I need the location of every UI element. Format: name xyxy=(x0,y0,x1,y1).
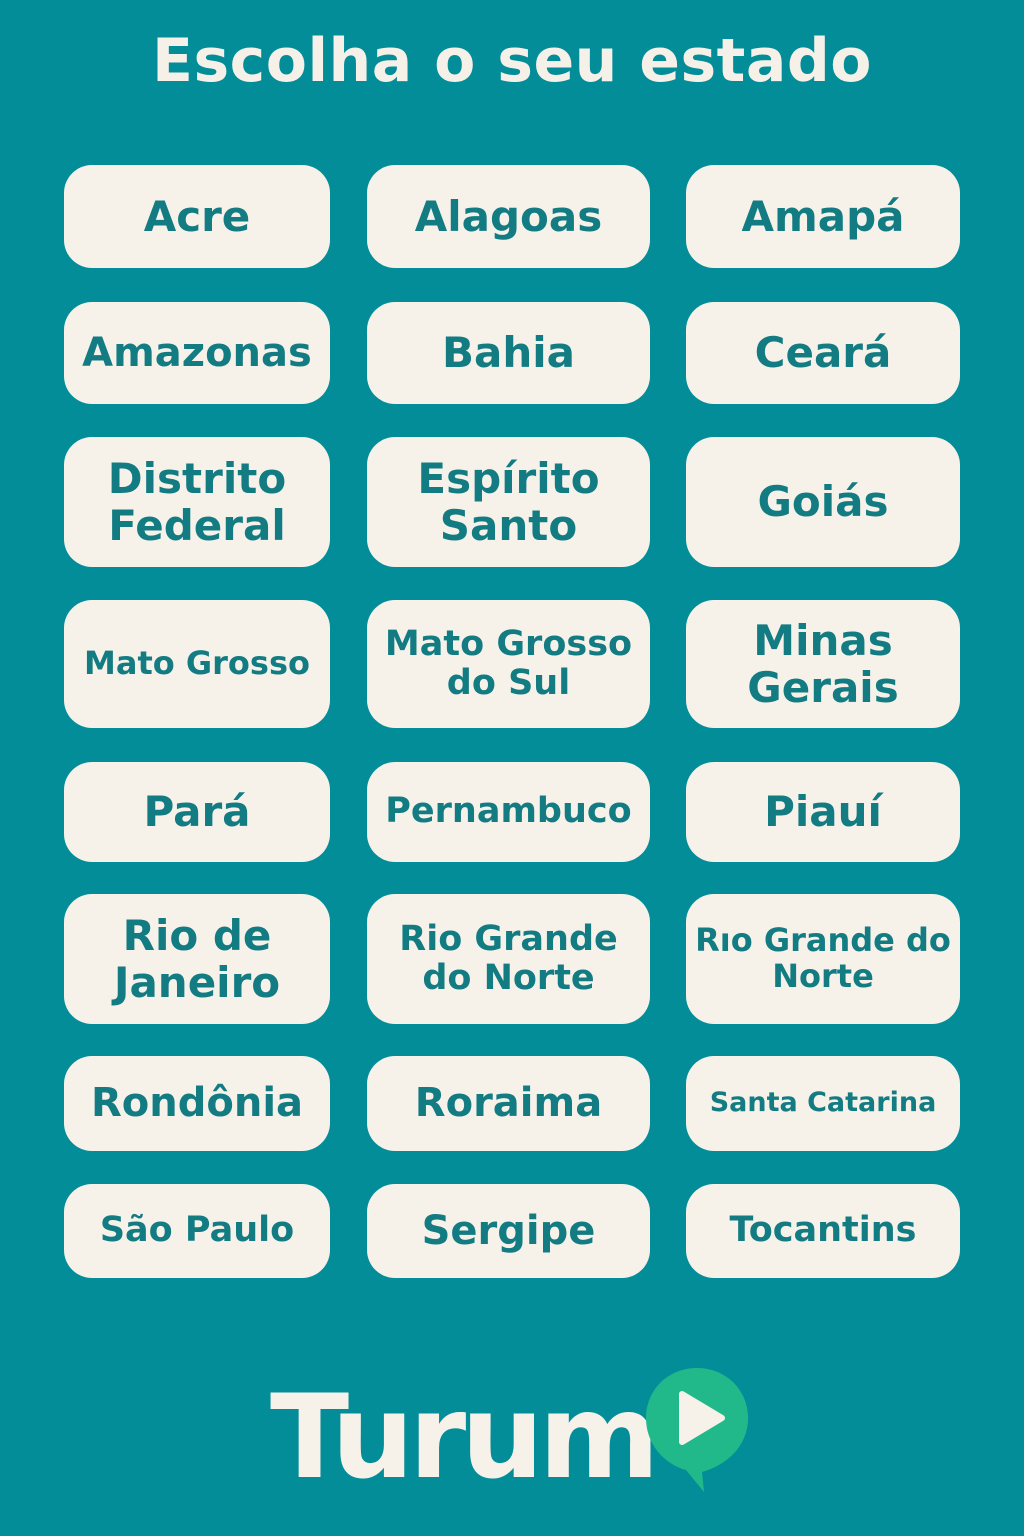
state-button-mato-grosso-do-sul[interactable]: Mato Grosso do Sul xyxy=(367,600,650,728)
state-button-minas-gerais[interactable]: Minas Gerais xyxy=(686,600,960,728)
state-button-rio-grande-do-norte-2[interactable]: Rıo Grande do Norte xyxy=(686,894,960,1024)
state-button-amazonas[interactable]: Amazonas xyxy=(64,302,330,404)
state-button-mato-grosso[interactable]: Mato Grosso xyxy=(64,600,330,728)
state-button-rondonia[interactable]: Rondônia xyxy=(64,1056,330,1151)
state-button-alagoas[interactable]: Alagoas xyxy=(367,165,650,268)
play-pin-icon xyxy=(646,1368,748,1492)
state-button-tocantins[interactable]: Tocantins xyxy=(686,1184,960,1278)
state-button-espirito-santo[interactable]: Espírito Santo xyxy=(367,437,650,567)
state-button-para[interactable]: Pará xyxy=(64,762,330,862)
state-button-bahia[interactable]: Bahia xyxy=(367,302,650,404)
state-button-rio-grande-do-norte[interactable]: Rio Grande do Norte xyxy=(367,894,650,1024)
state-button-sao-paulo[interactable]: São Paulo xyxy=(64,1184,330,1278)
brand-logo: Turum xyxy=(270,1368,748,1505)
state-button-sergipe[interactable]: Sergipe xyxy=(367,1184,650,1278)
state-button-pernambuco[interactable]: Pernambuco xyxy=(367,762,650,862)
state-button-acre[interactable]: Acre xyxy=(64,165,330,268)
state-button-goias[interactable]: Goiás xyxy=(686,437,960,567)
state-button-distrito-federal[interactable]: Distrito Federal xyxy=(64,437,330,567)
brand-name: Turum xyxy=(270,1369,660,1505)
page-title: Escolha o seu estado xyxy=(151,26,872,96)
state-button-piaui[interactable]: Piauí xyxy=(686,762,960,862)
state-button-rio-de-janeiro[interactable]: Rio de Janeiro xyxy=(64,894,330,1024)
state-button-roraima[interactable]: Roraima xyxy=(367,1056,650,1151)
state-button-santa-catarina[interactable]: Santa Catarina xyxy=(686,1056,960,1151)
state-button-ceara[interactable]: Ceará xyxy=(686,302,960,404)
state-button-amapa[interactable]: Amapá xyxy=(686,165,960,268)
